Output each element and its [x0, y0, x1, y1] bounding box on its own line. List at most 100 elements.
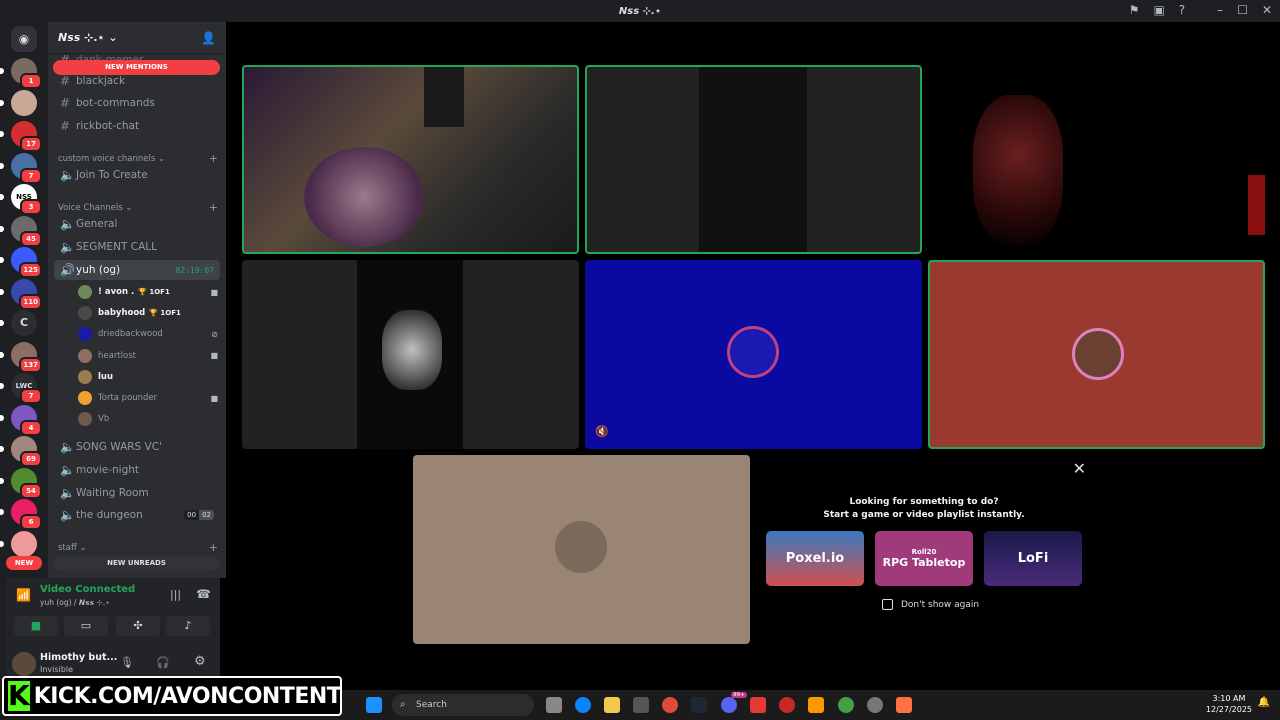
server-icon[interactable]: 110 — [0, 278, 42, 310]
activity-suggestions: ✕ Looking for something to do? Start a g… — [754, 455, 1094, 643]
avatar[interactable] — [12, 652, 36, 676]
add-channel-icon[interactable]: + — [209, 152, 218, 165]
voice-member[interactable]: heartlost ■ — [78, 346, 218, 366]
server-icon[interactable]: LWC 7 — [0, 373, 42, 404]
channel-movie-night[interactable]: 🔈 movie-night — [54, 460, 220, 480]
channel-song-wars[interactable]: 🔈 SONG WARS VC' — [54, 437, 220, 457]
gear-icon[interactable]: ⚙ — [194, 654, 206, 669]
cloud-icon[interactable] — [896, 697, 912, 713]
server-icon[interactable]: 69 — [0, 436, 42, 467]
voice-channel-path[interactable]: yuh (og) / 𝙉𝙨𝙨 ⊹.⋆ — [40, 598, 110, 607]
maximize-button[interactable]: ☐ — [1237, 3, 1248, 17]
category-voice-channels[interactable]: Voice Channels ⌄ + — [58, 201, 218, 214]
help-icon[interactable]: ? — [1179, 3, 1185, 17]
soundboard-button[interactable]: ♪ — [166, 616, 210, 636]
server-icon[interactable]: 7 — [0, 152, 42, 184]
new-mentions-button[interactable]: NEW MENTIONS — [53, 60, 220, 75]
server-icon[interactable]: 54 — [0, 467, 42, 499]
microphone-icon[interactable]: 🎙 — [120, 656, 134, 669]
add-member-icon[interactable]: 👤 — [201, 31, 216, 45]
close-button[interactable]: ✕ — [1262, 3, 1272, 17]
voice-status[interactable]: Video Connected — [40, 584, 135, 595]
new-badge[interactable]: NEW — [6, 556, 42, 570]
activities-button[interactable]: ✣ — [116, 616, 160, 636]
dont-show-again-checkbox[interactable]: Don't show again — [882, 599, 979, 610]
server-icon[interactable] — [0, 89, 37, 116]
signal-icon[interactable]: 📶 — [16, 588, 31, 602]
voice-member[interactable]: ! avon . 🏆 1OF1 ■ — [78, 282, 218, 302]
chrome-icon[interactable] — [662, 697, 678, 713]
video-tile[interactable] — [928, 260, 1265, 449]
video-tile[interactable] — [242, 65, 579, 254]
app-icon[interactable] — [867, 697, 883, 713]
inbox-icon[interactable]: ⚑ — [1129, 3, 1140, 17]
app-icon[interactable] — [750, 697, 766, 713]
noise-suppression-icon[interactable]: ||| — [170, 588, 181, 601]
server-icon[interactable]: 1 — [0, 58, 42, 89]
video-tile[interactable] — [413, 455, 750, 644]
server-icon[interactable] — [0, 530, 37, 557]
server-icon[interactable]: 4 — [0, 404, 42, 436]
server-icon[interactable]: 45 — [0, 215, 42, 247]
channel-yuh-og[interactable]: 🔊 yuh (og) 82:19:07 — [54, 260, 220, 280]
video-tile[interactable] — [242, 260, 579, 449]
chrome-icon[interactable] — [838, 697, 854, 713]
notification-icon[interactable]: 🔔 — [1258, 697, 1270, 708]
camera-button[interactable]: ■ — [14, 616, 58, 636]
opera-icon[interactable] — [779, 697, 795, 713]
channel-segment-call[interactable]: 🔈 SEGMENT CALL — [54, 237, 220, 257]
channel-join-to-create[interactable]: 🔈 Join To Create — [54, 165, 220, 185]
activity-poxel[interactable]: Poxel.io — [766, 531, 864, 586]
video-tile[interactable] — [585, 65, 922, 254]
channel-general[interactable]: 🔈 General — [54, 214, 220, 234]
server-icon[interactable]: 17 — [0, 121, 42, 152]
activity-rpg-tabletop[interactable]: Roll20 RPG Tabletop — [875, 531, 973, 586]
category-custom-voice[interactable]: custom voice channels ⌄ + — [58, 152, 218, 165]
server-icon[interactable]: NSS 3 — [0, 184, 42, 215]
channel-waiting-room[interactable]: 🔈 Waiting Room — [54, 483, 220, 503]
voice-member[interactable]: Torta pounder ■ — [78, 388, 218, 408]
voice-member[interactable]: babyhood 🏆 1OF1 — [78, 303, 218, 323]
server-icon[interactable]: 137 — [0, 341, 42, 373]
server-icon[interactable]: 125 — [0, 247, 42, 278]
server-icon[interactable]: C — [0, 310, 37, 336]
screen-icon[interactable]: ▣ — [1153, 3, 1164, 17]
system-clock[interactable]: 3:10 AM 12/27/2025 — [1206, 693, 1252, 715]
edge-icon[interactable] — [575, 697, 591, 713]
store-icon[interactable] — [633, 697, 649, 713]
add-channel-icon[interactable]: + — [209, 201, 218, 214]
close-icon[interactable]: ✕ — [1073, 459, 1086, 478]
new-unreads-button[interactable]: NEW UNREADS — [53, 556, 220, 571]
speaker-icon: 🔈 — [60, 440, 75, 454]
avatar — [78, 285, 92, 299]
discord-icon[interactable]: 99+ — [721, 692, 747, 713]
video-tile[interactable]: 🔇 — [585, 260, 922, 449]
video-tile[interactable] — [928, 65, 1265, 254]
task-view-icon[interactable] — [546, 697, 562, 713]
voice-member[interactable]: luu — [78, 367, 218, 387]
activity-lofi[interactable]: LoFi — [984, 531, 1082, 586]
discord-home-icon[interactable]: ◉ — [11, 26, 37, 52]
headphones-icon[interactable]: 🎧 — [156, 656, 170, 669]
add-channel-icon[interactable]: + — [209, 541, 218, 554]
suggest-heading: Looking for something to do? — [849, 497, 999, 507]
app-icon[interactable] — [808, 697, 824, 713]
channel-the-dungeon[interactable]: 🔈 the dungeon 00 02 — [54, 505, 220, 525]
avatar — [78, 348, 92, 363]
server-icon[interactable]: 6 — [0, 499, 42, 530]
voice-member[interactable]: Vb — [78, 409, 218, 429]
windows-start-icon[interactable] — [366, 697, 382, 713]
steam-icon[interactable] — [691, 697, 707, 713]
category-staff[interactable]: staff ⌄ + — [58, 541, 218, 554]
voice-member[interactable]: driedbackwood ⊘ — [78, 324, 218, 344]
avatar — [555, 521, 607, 573]
channel-rickbot-chat[interactable]: # rickbot-chat — [54, 116, 220, 136]
search-input[interactable]: ⌕ Search — [392, 694, 534, 716]
minimize-button[interactable]: – — [1217, 3, 1223, 17]
screen-share-button[interactable]: ▭ — [64, 616, 108, 636]
disconnect-icon[interactable]: ☎ — [196, 587, 211, 601]
file-explorer-icon[interactable] — [604, 697, 620, 713]
username[interactable]: Himothy but... — [40, 652, 117, 663]
channel-bot-commands[interactable]: # bot-commands — [54, 93, 220, 113]
speaker-icon: 🔈 — [60, 463, 75, 477]
